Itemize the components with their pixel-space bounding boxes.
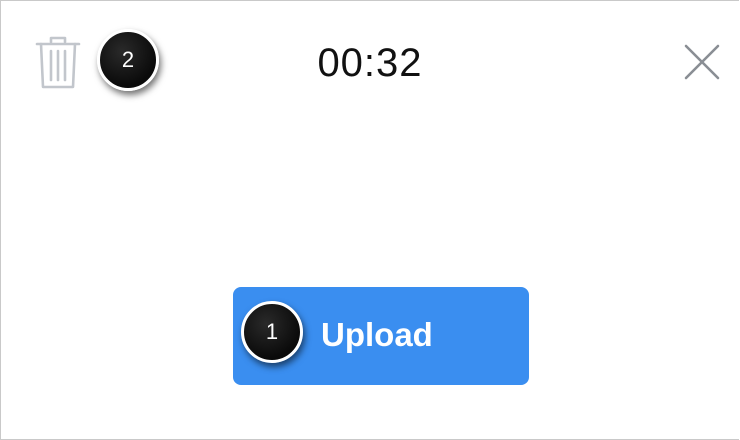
callout-badge-1: 1 <box>241 301 303 363</box>
callout-badge-2: 2 <box>97 29 159 91</box>
upload-button-label: Upload <box>321 316 433 353</box>
close-button[interactable] <box>683 43 721 81</box>
close-icon <box>684 44 720 80</box>
recording-dialog: 00:32 Upload 2 1 <box>0 0 739 440</box>
